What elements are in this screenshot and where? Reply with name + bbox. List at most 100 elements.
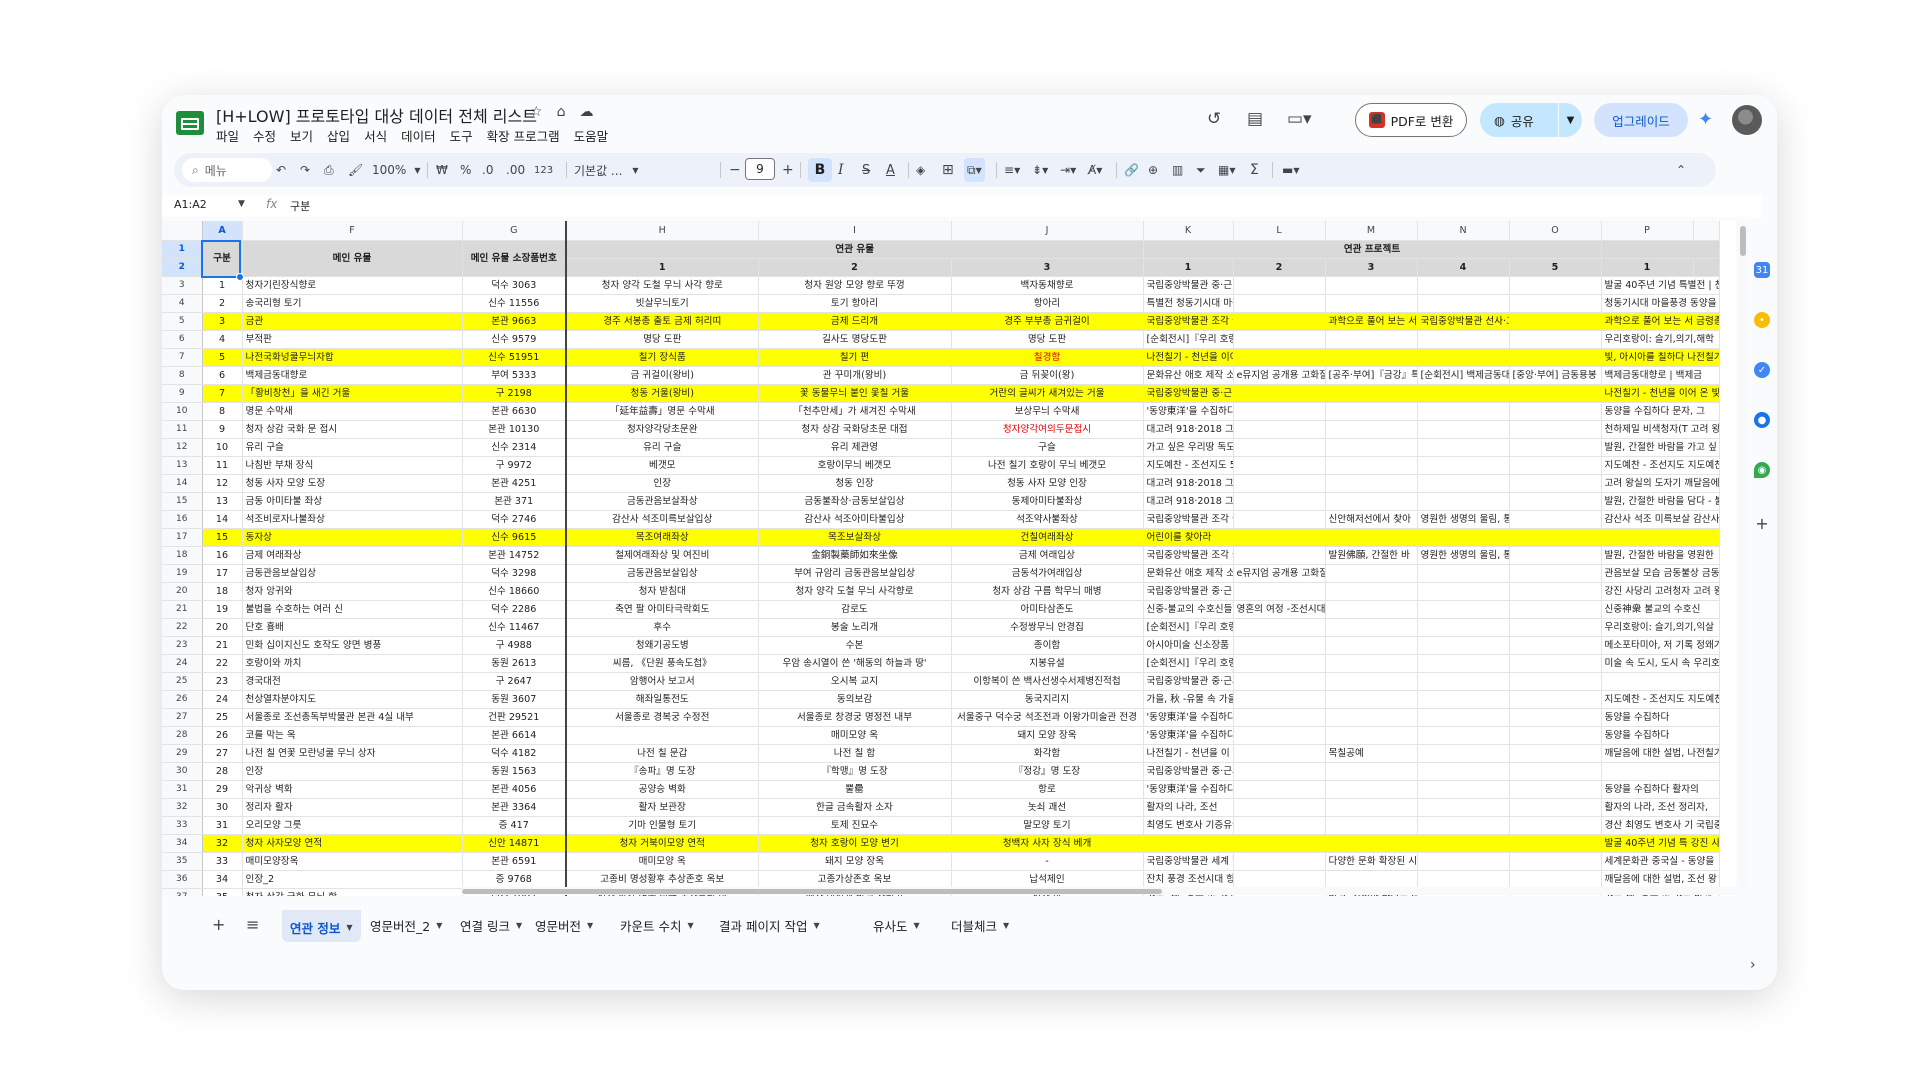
insert-link-icon[interactable]: 🔗 xyxy=(1124,153,1139,187)
cell-related-3[interactable]: 화각함 xyxy=(951,744,1144,763)
cell-project-5[interactable] xyxy=(1509,708,1602,727)
cell-index[interactable]: 25 xyxy=(202,708,243,727)
cell-project-1[interactable]: [순회전시]『우리 호랑이』 xyxy=(1143,618,1234,637)
cell-inventory-no[interactable]: 신수 11556 xyxy=(462,294,567,313)
all-sheets-icon[interactable]: ≡ xyxy=(246,915,259,934)
cell-related-2[interactable]: 감산사 석조아미타불입상 xyxy=(758,510,952,529)
italic-button[interactable]: I xyxy=(838,153,844,187)
comments-icon[interactable]: ▤ xyxy=(1247,109,1263,129)
cell-related-2[interactable]: 관 꾸미개(왕비) xyxy=(758,366,952,385)
cell-project-2[interactable] xyxy=(1233,762,1326,781)
table-row[interactable]: 6 4 부적판 신수 9579 명당 도판 길사도 명당도판 명당 도판 [순회전시]『우리 … xyxy=(162,330,1720,349)
cell-project-p[interactable]: 경산 최영도 변호사 기 국립중 xyxy=(1601,816,1720,835)
cell-project-1[interactable]: 국립중앙박물관 중·근세관 xyxy=(1143,672,1234,691)
cell-project-p[interactable]: 지도예찬 - 조선지도 지도예찬 xyxy=(1601,456,1720,475)
cell-related-3[interactable]: 금제 여래입상 xyxy=(951,546,1144,565)
cell-project-4[interactable] xyxy=(1417,672,1510,691)
cell-project-2[interactable] xyxy=(1233,744,1326,763)
cell-project-1[interactable]: 특별전 청동기시대 마을풍경 xyxy=(1143,294,1234,313)
cell-project-2[interactable] xyxy=(1233,348,1326,367)
cell-main-artifact[interactable]: 청동 사자 모양 도장 xyxy=(242,474,463,493)
table-row[interactable]: 11 9 청자 상감 국화 문 접시 본관 10130 청자양각당초문완 청자 상감 국화… xyxy=(162,420,1720,439)
cell-project-5[interactable] xyxy=(1509,816,1602,835)
maps-icon[interactable]: ◉ xyxy=(1754,462,1770,478)
cell-project-1[interactable]: 국립중앙박물관 조각 불교조각실 xyxy=(1143,546,1234,565)
cell-project-4[interactable] xyxy=(1417,798,1510,817)
cell-project-5[interactable] xyxy=(1509,402,1602,421)
cell-project-1[interactable]: [순회전시]『우리 호랑이』 xyxy=(1143,654,1234,673)
cell-project-2[interactable] xyxy=(1233,384,1326,403)
text-wrap-icon[interactable]: ⇥ ▼ xyxy=(1060,153,1076,187)
cell-inventory-no[interactable]: 건판 29521 xyxy=(462,708,567,727)
cell-inventory-no[interactable]: 본관 6630 xyxy=(462,402,567,421)
cell-project-1[interactable]: 문화유산 애호 제작 소 xyxy=(1143,564,1234,583)
cell-project-2[interactable] xyxy=(1233,456,1326,475)
cell-inventory-no[interactable]: 덕수 3298 xyxy=(462,564,567,583)
cell-project-4[interactable]: 국립중앙박물관 선사·고대관 xyxy=(1417,312,1510,331)
cell-project-3[interactable] xyxy=(1325,726,1418,745)
font-size-increase-button[interactable]: + xyxy=(782,153,794,187)
cell-related-3[interactable]: 아미타삼존도 xyxy=(951,600,1144,619)
cell-project-p[interactable] xyxy=(1601,528,1720,547)
cell-related-1[interactable]: 청자 거북이모양 연적 xyxy=(566,834,759,853)
horizontal-align-icon[interactable]: ≡ ▼ xyxy=(1004,153,1020,187)
cell-project-2[interactable] xyxy=(1233,330,1326,349)
cell-main-artifact[interactable]: 나침반 부채 장식 xyxy=(242,456,463,475)
cell-project-2[interactable] xyxy=(1233,708,1326,727)
column-header[interactable]: J xyxy=(951,221,1144,241)
cell-project-5[interactable] xyxy=(1509,600,1602,619)
cell-index[interactable]: 34 xyxy=(202,870,243,889)
cell-project-5[interactable] xyxy=(1509,636,1602,655)
cell-related-3[interactable]: 청백자 사자 장식 베개 xyxy=(951,834,1144,853)
chevron-down-icon[interactable]: ▼ xyxy=(346,923,352,932)
header-extra[interactable] xyxy=(1601,240,1720,259)
cell-project-5[interactable] xyxy=(1509,384,1602,403)
cell-project-3[interactable] xyxy=(1325,600,1418,619)
font-size-decrease-button[interactable]: − xyxy=(729,153,741,187)
insert-comment-icon[interactable]: ⊕ xyxy=(1148,153,1158,187)
cell-index[interactable]: 3 xyxy=(202,312,243,331)
sheets-logo-icon[interactable] xyxy=(176,111,204,135)
cell-index[interactable]: 11 xyxy=(202,456,243,475)
keep-icon[interactable]: • xyxy=(1754,312,1770,328)
cell-main-artifact[interactable]: 명문 수막새 xyxy=(242,402,463,421)
table-row[interactable]: 4 2 송국리형 토기 신수 11556 빗살무늬토기 토기 항아리 항아리 특별전 청동기시… xyxy=(162,294,1720,313)
expand-side-panel-icon[interactable]: › xyxy=(1750,957,1756,973)
cell-main-artifact[interactable]: 유리 구슬 xyxy=(242,438,463,457)
cell-project-2[interactable]: e뮤지엄 공개용 고화질 xyxy=(1233,366,1326,385)
cell-index[interactable]: 35 xyxy=(202,888,243,896)
table-row[interactable]: 25 23 경국대전 구 2647 암행어사 보고서 오시복 교지 이항복이 쓴 백사선생수… xyxy=(162,672,1720,691)
cell-project-3[interactable] xyxy=(1325,294,1418,313)
cell-related-1[interactable]: 철제여래좌상 및 여진비 xyxy=(566,546,759,565)
cell-related-1[interactable]: 유리 구슬 xyxy=(566,438,759,457)
cell-project-3[interactable] xyxy=(1325,420,1418,439)
cell-related-1[interactable]: 베갯모 xyxy=(566,456,759,475)
cell-main-artifact[interactable]: 청자 사자모양 연적 xyxy=(242,834,463,853)
convert-pdf-button[interactable]: ⬛ PDF로 변환 xyxy=(1355,103,1467,137)
cell-related-1[interactable] xyxy=(566,726,759,745)
cell-main-artifact[interactable]: 천상열차분야지도 xyxy=(242,690,463,709)
cell-project-1[interactable] xyxy=(1143,834,1234,853)
cell-main-artifact[interactable]: 나전국화넝쿨무늬자합 xyxy=(242,348,463,367)
cell-project-5[interactable] xyxy=(1509,276,1602,295)
select-all-corner[interactable] xyxy=(162,221,203,241)
cell-related-3[interactable]: 수정쌍무늬 안경집 xyxy=(951,618,1144,637)
cell-related-2[interactable]: 돼지 모양 장옥 xyxy=(758,852,952,871)
cell-project-5[interactable] xyxy=(1509,564,1602,583)
cell-project-3[interactable] xyxy=(1325,564,1418,583)
cell-inventory-no[interactable]: 본관 6614 xyxy=(462,726,567,745)
table-row[interactable]: 32 30 정리자 활자 본관 3364 활자 보관장 한글 금속활자 소자 놋쇠 괘선 활자… xyxy=(162,798,1720,817)
cell-project-3[interactable] xyxy=(1325,816,1418,835)
cell-related-1[interactable]: 활자 보관장 xyxy=(566,798,759,817)
cell-project-p[interactable]: 고려 왕실의 도자기 깨달음에 xyxy=(1601,474,1720,493)
cell-project-2[interactable] xyxy=(1233,474,1326,493)
cell-project-p[interactable]: 감산사 석조 미륵보살 감산사 xyxy=(1601,510,1720,529)
cell-related-1[interactable]: 해좌일통전도 xyxy=(566,690,759,709)
cell-related-2[interactable]: 우암 송시열이 쓴 '해동의 하늘과 땅' xyxy=(758,654,952,673)
table-row[interactable]: 14 12 청동 사자 모양 도장 본관 4251 인장 청동 인장 청동 사자 모양 인장… xyxy=(162,474,1720,493)
contacts-icon[interactable]: ● xyxy=(1754,412,1770,428)
cell-project-3[interactable] xyxy=(1325,798,1418,817)
cell-inventory-no[interactable]: 본관 3364 xyxy=(462,798,567,817)
menu-item[interactable]: 확장 프로그램 xyxy=(487,126,560,145)
column-header[interactable]: G xyxy=(462,221,567,241)
